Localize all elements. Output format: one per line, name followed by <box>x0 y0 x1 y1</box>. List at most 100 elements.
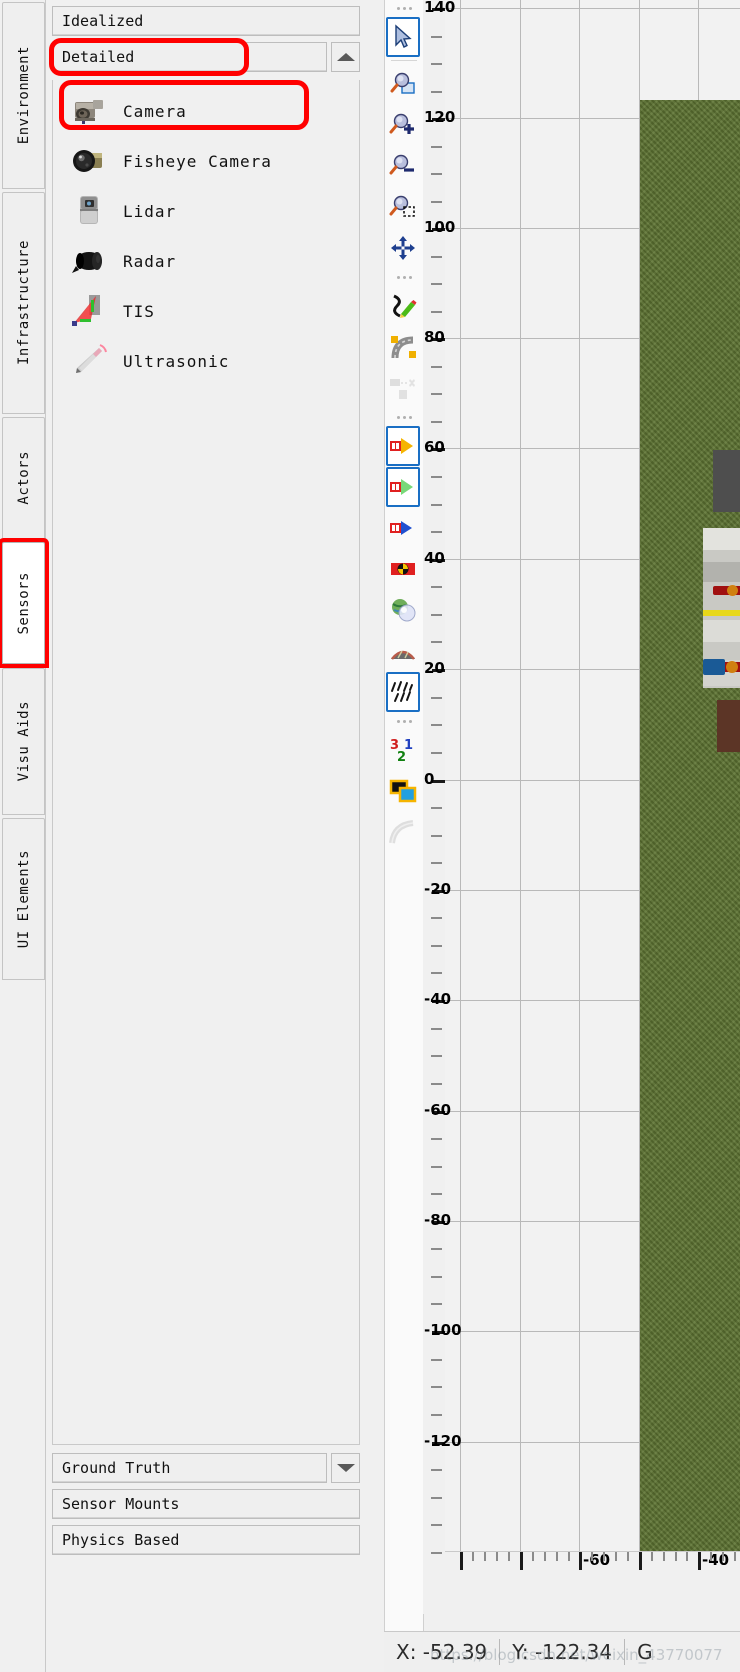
pan-move-tool[interactable] <box>386 228 420 268</box>
group-header-ground-truth[interactable]: Ground Truth <box>52 1453 327 1483</box>
y-axis-tick <box>431 366 442 368</box>
list-item-camera[interactable]: Camera <box>53 86 359 136</box>
sidebar-item-sensors[interactable]: Sensors <box>2 542 45 664</box>
camera-icon <box>69 92 111 130</box>
list-item-label: Fisheye Camera <box>123 151 272 171</box>
status-x-coordinate: X: -52.39 <box>396 1640 488 1664</box>
x-axis-ruler: -60 -40 <box>445 1551 740 1583</box>
y-axis-tick <box>431 641 442 643</box>
y-axis-tick <box>431 36 442 38</box>
zoom-region-tool[interactable] <box>386 187 420 227</box>
toolbar-grip[interactable] <box>385 713 423 729</box>
sensor-detection-toggle[interactable] <box>386 549 420 589</box>
sidebar-item-environment[interactable]: Environment <box>2 2 45 189</box>
y-axis-tick <box>431 1469 442 1471</box>
y-axis-tick <box>431 1166 442 1168</box>
list-item-radar[interactable]: Radar <box>53 236 359 286</box>
draw-path-tool[interactable] <box>386 286 420 326</box>
toolbar-grip[interactable] <box>385 269 423 285</box>
sidebar-item-ui-elements[interactable]: UI Elements <box>2 818 45 980</box>
y-axis-tick-label: -20 <box>424 880 452 898</box>
color-swap-tool[interactable] <box>386 771 420 811</box>
sidebar-item-infrastructure[interactable]: Infrastructure <box>2 192 45 414</box>
group-header-detailed[interactable]: Detailed <box>52 42 327 72</box>
terrain-grass <box>640 100 740 1583</box>
collapse-group-button[interactable] <box>331 42 360 72</box>
sensor-frustum-yellow-toggle[interactable] <box>386 426 420 466</box>
list-item-lidar[interactable]: Lidar <box>53 186 359 236</box>
select-cursor-tool[interactable] <box>386 17 420 57</box>
layer-order-tool[interactable]: 3 1 2 <box>386 730 420 770</box>
sensors-panel: Idealized Detailed Camera Fisheye Camera… <box>45 0 378 1672</box>
vertical-tab-strip: Environment Infrastructure Actors Sensor… <box>0 0 45 1672</box>
y-axis-tick-label: 100 <box>424 218 456 236</box>
group-header-label: Sensor Mounts <box>62 1495 180 1513</box>
building-block <box>717 700 740 752</box>
group-header-sensor-mounts[interactable]: Sensor Mounts <box>52 1489 360 1519</box>
y-axis-tick <box>431 1028 442 1030</box>
y-axis-tick <box>431 586 442 588</box>
terrain-road-toggle[interactable] <box>386 631 420 671</box>
y-axis-tick <box>431 697 442 699</box>
x-axis-tick <box>627 1552 629 1561</box>
y-axis-tick <box>431 835 442 837</box>
y-axis-tick-label: -100 <box>424 1321 462 1339</box>
y-axis-tick <box>431 504 442 506</box>
y-axis-tick <box>431 421 442 423</box>
y-axis-tick <box>431 63 442 65</box>
y-axis-tick-label: -40 <box>424 990 452 1008</box>
zoom-fit-tool[interactable] <box>386 64 420 104</box>
x-axis-tick <box>556 1552 558 1561</box>
zoom-in-tool[interactable] <box>386 105 420 145</box>
y-axis-tick <box>431 201 442 203</box>
group-header-label: Ground Truth <box>62 1459 171 1477</box>
sidebar-item-actors[interactable]: Actors <box>2 417 45 539</box>
x-axis-tick <box>615 1552 617 1561</box>
road-lane-stripe <box>703 562 740 582</box>
map-canvas[interactable]: 140 120 100 80 60 40 20 0 -20 -40 -60 -8… <box>423 0 740 1614</box>
road-curve-tool[interactable] <box>386 327 420 367</box>
environment-sphere-toggle[interactable] <box>386 590 420 630</box>
vehicle-marker-dot <box>726 661 738 673</box>
rain-effects-toggle[interactable] <box>386 672 420 712</box>
status-y-coordinate: Y: -122.34 <box>512 1640 613 1664</box>
status-bar: X: -52.39 Y: -122.34 G <box>384 1631 740 1672</box>
y-axis-tick-label: -60 <box>424 1101 452 1119</box>
road-center-line-yellow <box>703 610 740 616</box>
toolbar-grip[interactable] <box>385 0 423 16</box>
group-header-idealized[interactable]: Idealized <box>52 6 360 36</box>
list-item-ultrasonic[interactable]: Ultrasonic <box>53 336 359 386</box>
x-axis-tick <box>722 1552 724 1561</box>
x-axis-tick <box>734 1552 736 1561</box>
y-axis-tick <box>431 1524 442 1526</box>
sensor-frustum-blue-toggle[interactable] <box>386 508 420 548</box>
fisheye-camera-icon <box>69 142 111 180</box>
group-header-label: Detailed <box>62 48 135 66</box>
x-axis-tick <box>496 1552 498 1561</box>
x-axis-tick <box>686 1552 688 1561</box>
application-window: Environment Infrastructure Actors Sensor… <box>0 0 740 1672</box>
map-viewport[interactable] <box>445 0 740 1583</box>
list-item-fisheye-camera[interactable]: Fisheye Camera <box>53 136 359 186</box>
y-axis-tick-label: 0 <box>424 770 435 788</box>
y-axis-tick <box>431 1359 442 1361</box>
y-axis-tick <box>431 1138 442 1140</box>
sensor-frustum-green-toggle[interactable] <box>386 467 420 507</box>
list-item-tis[interactable]: TIS <box>53 286 359 336</box>
zoom-out-tool[interactable] <box>386 146 420 186</box>
expand-group-button[interactable] <box>331 1453 360 1483</box>
y-axis-ruler: 140 120 100 80 60 40 20 0 -20 -40 -60 -8… <box>423 0 462 1614</box>
y-axis-tick <box>431 146 442 148</box>
ultrasonic-icon <box>69 342 111 380</box>
sidebar-item-label: UI Elements <box>15 849 32 949</box>
y-axis-tick-label: 120 <box>424 108 456 126</box>
group-header-physics-based[interactable]: Physics Based <box>52 1525 360 1555</box>
list-item-label: Radar <box>123 251 177 271</box>
toolbar-grip[interactable] <box>385 409 423 425</box>
lidar-icon <box>69 192 111 230</box>
y-axis-tick <box>431 1303 442 1305</box>
y-axis-tick <box>431 614 442 616</box>
sidebar-item-visu-aids[interactable]: Visu Aids <box>2 668 45 815</box>
y-axis-tick <box>431 1414 442 1416</box>
x-axis-tick <box>568 1552 570 1561</box>
